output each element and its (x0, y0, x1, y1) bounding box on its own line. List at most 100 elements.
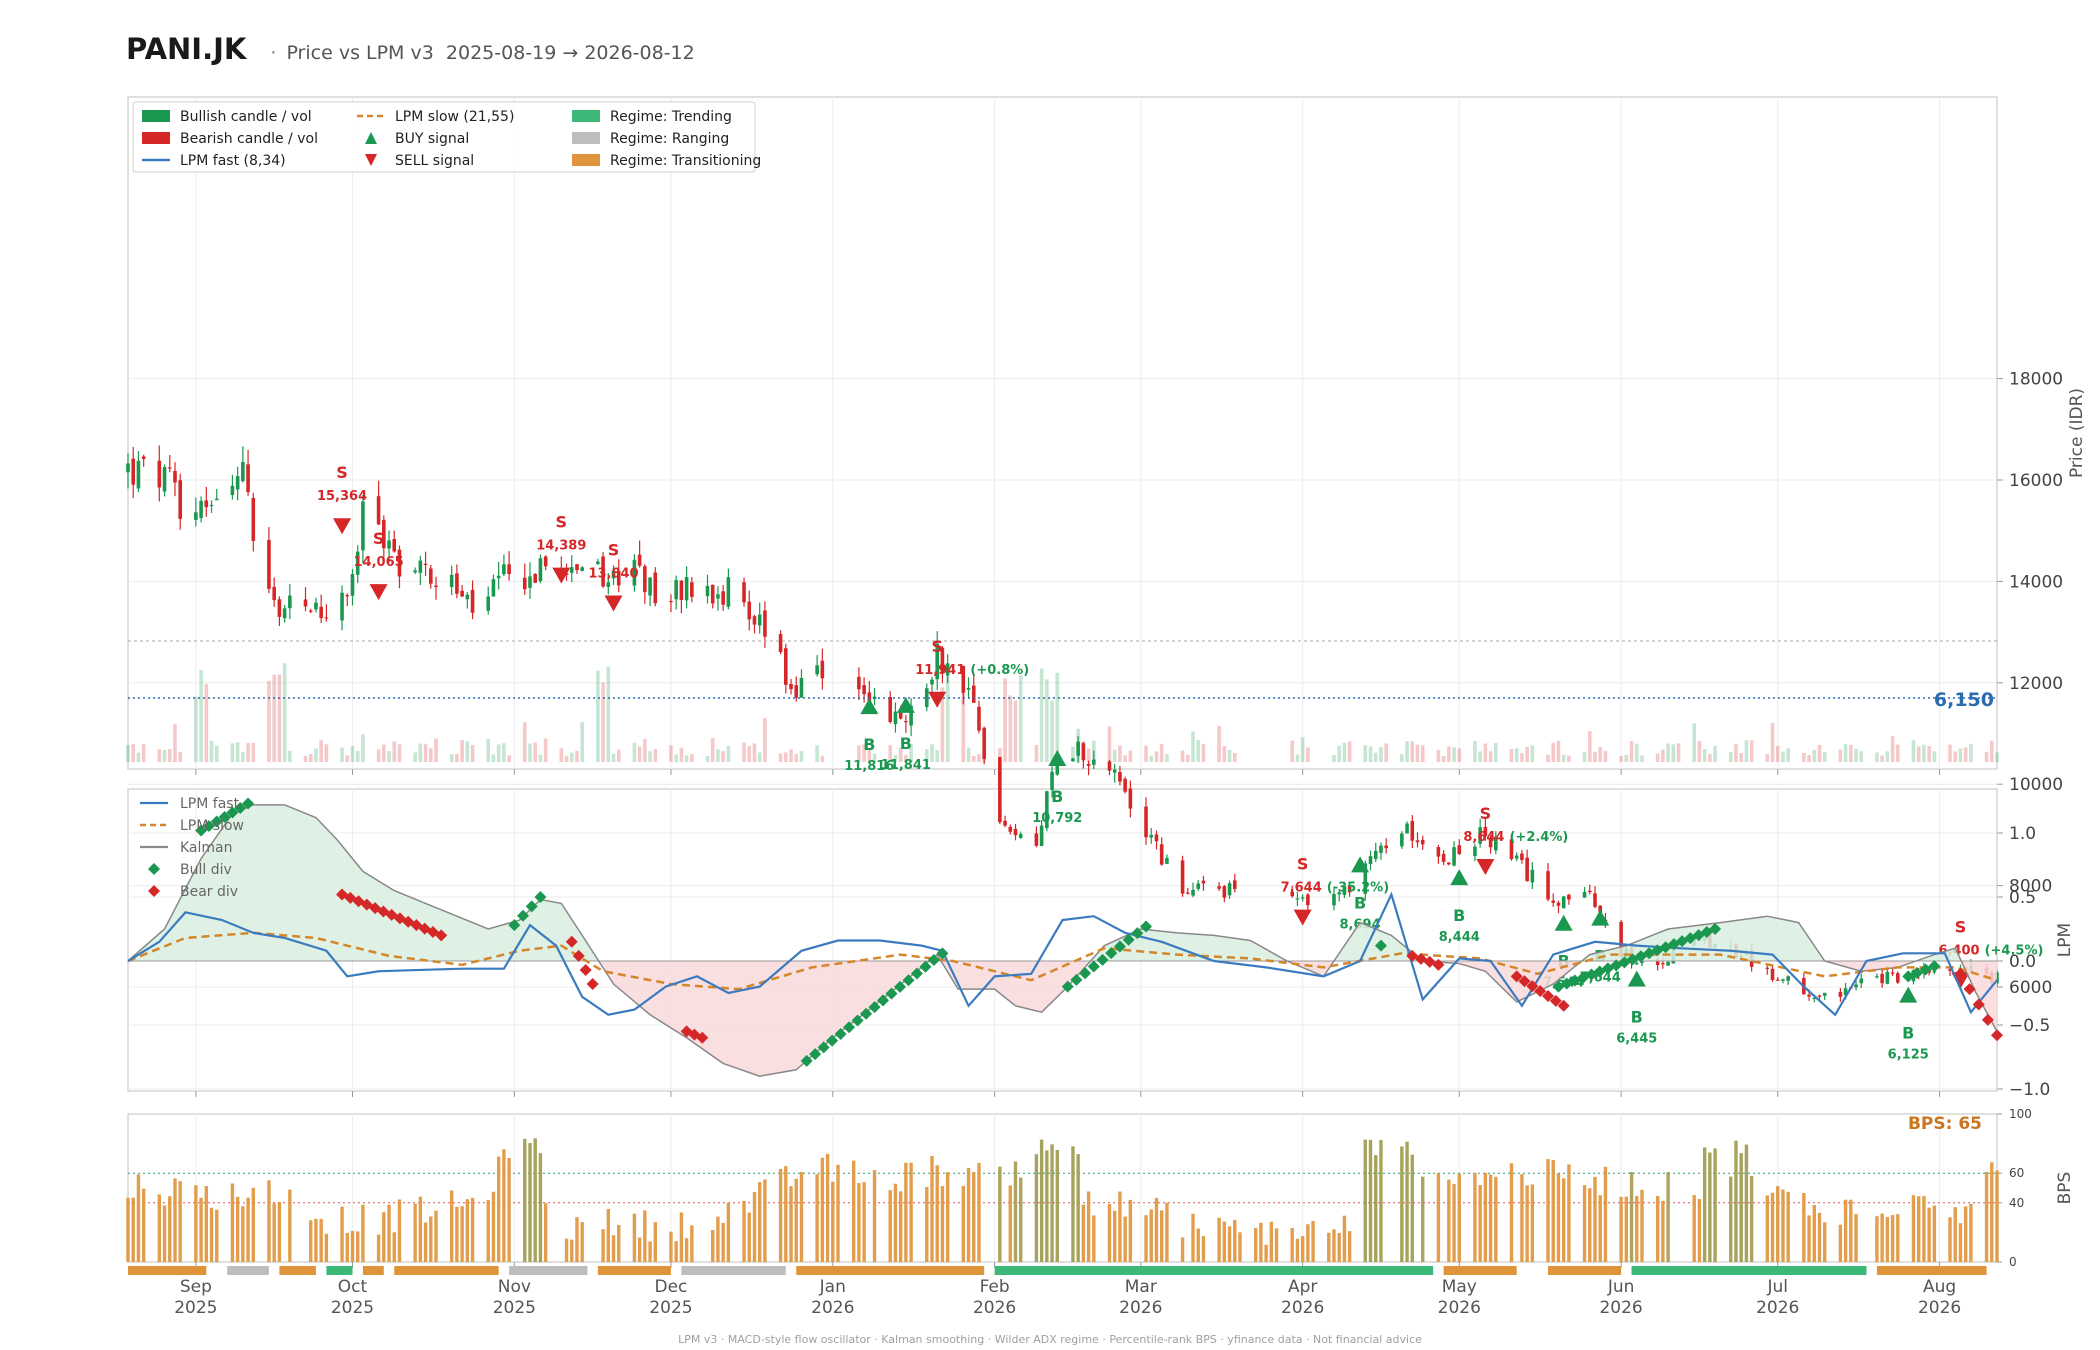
candle-body (1634, 962, 1639, 965)
bps-bar (1786, 1191, 1790, 1262)
bps-bar (449, 1190, 454, 1262)
candle-body (1436, 847, 1441, 857)
buy-signal-letter: B (1051, 787, 1063, 806)
bps-bar (1948, 1217, 1952, 1262)
regime-band-transitioning (1876, 1266, 1987, 1275)
volume-bar (1603, 750, 1608, 762)
volume-bar (1859, 751, 1864, 762)
candle-body (1112, 769, 1117, 773)
bps-bar (1817, 1212, 1822, 1262)
bps-bar (1306, 1224, 1310, 1262)
sell-signal-return: (+0.8%) (970, 663, 1029, 678)
volume-bar (1379, 747, 1383, 762)
bps-bar (601, 1229, 605, 1262)
candle-body (1896, 973, 1900, 983)
volume-bar (1034, 744, 1039, 762)
candle-body (314, 602, 318, 610)
volume-bar (1128, 750, 1133, 762)
bps-bar (1165, 1202, 1169, 1262)
candle-body (1180, 860, 1185, 894)
candle-body (1661, 963, 1665, 965)
buy-signal-letter: B (1631, 1007, 1643, 1026)
bps-bar (1253, 1227, 1258, 1262)
volume-bar (1196, 740, 1201, 762)
volume-bar (1692, 723, 1697, 762)
bps-bar (851, 1160, 856, 1262)
lpm-tick-label: 0.5 (2009, 888, 2036, 908)
candle-body (522, 577, 527, 590)
bps-bar (898, 1191, 903, 1262)
candle-body (789, 683, 793, 690)
candle-body (1530, 869, 1535, 883)
candle-body (690, 582, 694, 597)
chart-figure: 600080001000012000140001600018000−1.0−0.… (126, 96, 2087, 1318)
bps-bar (1744, 1144, 1749, 1262)
legend-label: Regime: Transitioning (610, 153, 761, 169)
candle-body (1551, 900, 1556, 903)
volume-bar (726, 745, 731, 762)
volume-bar (1232, 752, 1237, 762)
bps-bar (340, 1206, 344, 1262)
volume-bar (178, 751, 183, 762)
candle-body (235, 476, 240, 490)
volume-bar (1822, 752, 1827, 762)
volume-bar (1854, 748, 1858, 762)
bps-bar (1154, 1197, 1159, 1262)
candle-body (799, 677, 804, 698)
candle-body (742, 582, 746, 603)
candle-body (428, 568, 433, 584)
bps-bar (131, 1197, 135, 1262)
volume-bar (126, 745, 130, 762)
volume-bar (449, 754, 454, 762)
bps-bar (726, 1202, 731, 1262)
bps-bar (893, 1183, 898, 1262)
sell-signal-price: 8,644 (+2.4%) (1463, 830, 1568, 845)
volume-bar (434, 738, 438, 762)
bps-bar (632, 1213, 637, 1262)
legend-label: LPM slow (21,55) (395, 109, 514, 125)
volume-bar (251, 742, 256, 762)
candle-body (1201, 880, 1206, 884)
candle-body (1154, 834, 1159, 842)
x-tick-month: Jun (1607, 1277, 1635, 1297)
candle-body (308, 610, 313, 612)
bps-bar (141, 1188, 146, 1262)
volume-bar (413, 752, 417, 762)
candle-body (214, 498, 219, 501)
candle-body (502, 564, 506, 575)
volume-bar (1661, 749, 1665, 762)
volume-bar (1185, 754, 1190, 762)
sell-signal-return: (+4.5%) (1985, 944, 2044, 959)
candle-body (1890, 972, 1895, 974)
volume-bar (1201, 744, 1206, 762)
footer-note: LPM v3 · MACD-style flow oscillator · Ka… (678, 1333, 1422, 1346)
volume-bar (945, 676, 950, 762)
candle-body (1034, 833, 1039, 846)
bps-bar (1896, 1214, 1900, 1262)
volume-bar (1969, 743, 1973, 762)
buy-signal-price: 6,125 (1888, 1048, 1929, 1063)
volume-bar (1629, 740, 1634, 762)
candle-body (1880, 973, 1884, 984)
volume-bar (350, 745, 355, 762)
candle-body (1039, 825, 1044, 846)
volume-bar (1838, 749, 1843, 762)
bps-bar (998, 1166, 1002, 1262)
sell-signal-letter: S (556, 513, 568, 532)
volume-bar (1875, 752, 1879, 762)
volume-bar (1995, 752, 1999, 762)
candle-body (1379, 845, 1383, 853)
candle-body (486, 596, 491, 611)
volume-bar (131, 744, 136, 762)
candle-body (1567, 894, 1571, 900)
bps-bar (1488, 1174, 1493, 1262)
volume-bar (460, 740, 464, 762)
bps-bar (1953, 1207, 1957, 1262)
candle-body (726, 577, 731, 607)
bps-bar (1347, 1231, 1352, 1262)
bps-bar (1546, 1159, 1550, 1262)
bps-bar (1290, 1227, 1294, 1262)
bps-bar (173, 1178, 177, 1262)
candle-body (1086, 763, 1091, 766)
candle-body (141, 456, 146, 460)
